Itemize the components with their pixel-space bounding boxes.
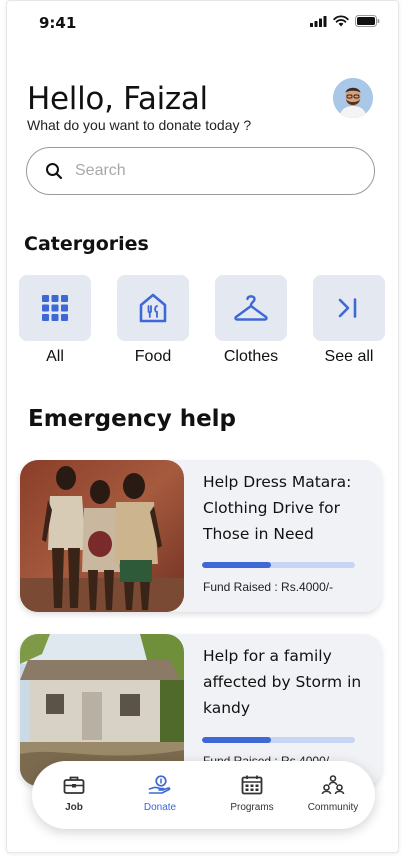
fund-progress-bar bbox=[202, 562, 355, 568]
category-label: Food bbox=[134, 348, 172, 365]
search-icon bbox=[46, 163, 63, 180]
briefcase-icon bbox=[63, 776, 85, 794]
emergency-title: Emergency help bbox=[28, 406, 237, 432]
nav-label: Job bbox=[65, 802, 83, 813]
card-photo bbox=[20, 460, 184, 612]
fund-progress-fill bbox=[202, 737, 271, 743]
battery-icon bbox=[355, 15, 380, 27]
nav-label: Community bbox=[307, 802, 359, 813]
card-title: Help for a family affected by Storm in k… bbox=[203, 647, 362, 717]
grid-icon bbox=[42, 295, 68, 321]
category-see-all[interactable]: See all bbox=[313, 275, 385, 366]
search-bar[interactable] bbox=[26, 147, 375, 195]
hanger-icon bbox=[234, 295, 268, 321]
community-icon bbox=[321, 775, 345, 795]
category-label: See all bbox=[324, 348, 374, 365]
nav-item-community[interactable]: Community bbox=[297, 775, 369, 813]
category-all[interactable]: All bbox=[19, 275, 91, 366]
categories-row: All Food Clothes See all bbox=[19, 275, 389, 371]
fund-raised-text: Fund Raised : Rs.4000/- bbox=[203, 580, 334, 594]
category-label: All bbox=[46, 348, 64, 365]
greeting-subtitle: What do you want to donate today ? bbox=[27, 117, 252, 133]
cellular-signal-icon bbox=[310, 15, 327, 27]
category-food[interactable]: Food bbox=[117, 275, 189, 366]
category-all-tile[interactable] bbox=[19, 275, 91, 341]
status-icons bbox=[310, 15, 380, 27]
category-clothes[interactable]: Clothes bbox=[215, 275, 287, 366]
status-time: 9:41 bbox=[39, 14, 77, 32]
categories-title: Catergories bbox=[24, 233, 149, 255]
greeting-title: Hello, Faizal bbox=[27, 81, 208, 117]
donate-hand-icon bbox=[148, 775, 171, 794]
nav-label: Donate bbox=[143, 802, 177, 813]
calendar-icon bbox=[241, 775, 263, 795]
bottom-nav: Job Donate Programs Community bbox=[32, 761, 375, 829]
category-see-all-tile[interactable] bbox=[313, 275, 385, 341]
nav-item-programs[interactable]: Programs bbox=[216, 775, 288, 813]
nav-item-job[interactable]: Job bbox=[38, 775, 110, 813]
phone-screen: 9:41 Hello, Faizal What do you want to d… bbox=[6, 0, 399, 853]
avatar[interactable] bbox=[333, 78, 373, 118]
nav-item-donate[interactable]: Donate bbox=[124, 775, 196, 813]
food-store-icon bbox=[139, 293, 167, 323]
emergency-card[interactable]: Help Dress Matara: Clothing Drive for Th… bbox=[19, 460, 382, 612]
category-food-tile[interactable] bbox=[117, 275, 189, 341]
fund-progress-bar bbox=[202, 737, 355, 743]
skip-forward-icon bbox=[338, 298, 357, 318]
nav-label: Programs bbox=[230, 802, 274, 813]
category-clothes-tile[interactable] bbox=[215, 275, 287, 341]
card-title: Help Dress Matara: Clothing Drive for Th… bbox=[203, 473, 352, 543]
category-label: Clothes bbox=[223, 348, 279, 365]
wifi-icon bbox=[333, 15, 349, 27]
fund-progress-fill bbox=[202, 562, 271, 568]
children-photo bbox=[20, 460, 184, 612]
user-photo bbox=[333, 78, 373, 118]
search-input[interactable] bbox=[73, 161, 337, 181]
